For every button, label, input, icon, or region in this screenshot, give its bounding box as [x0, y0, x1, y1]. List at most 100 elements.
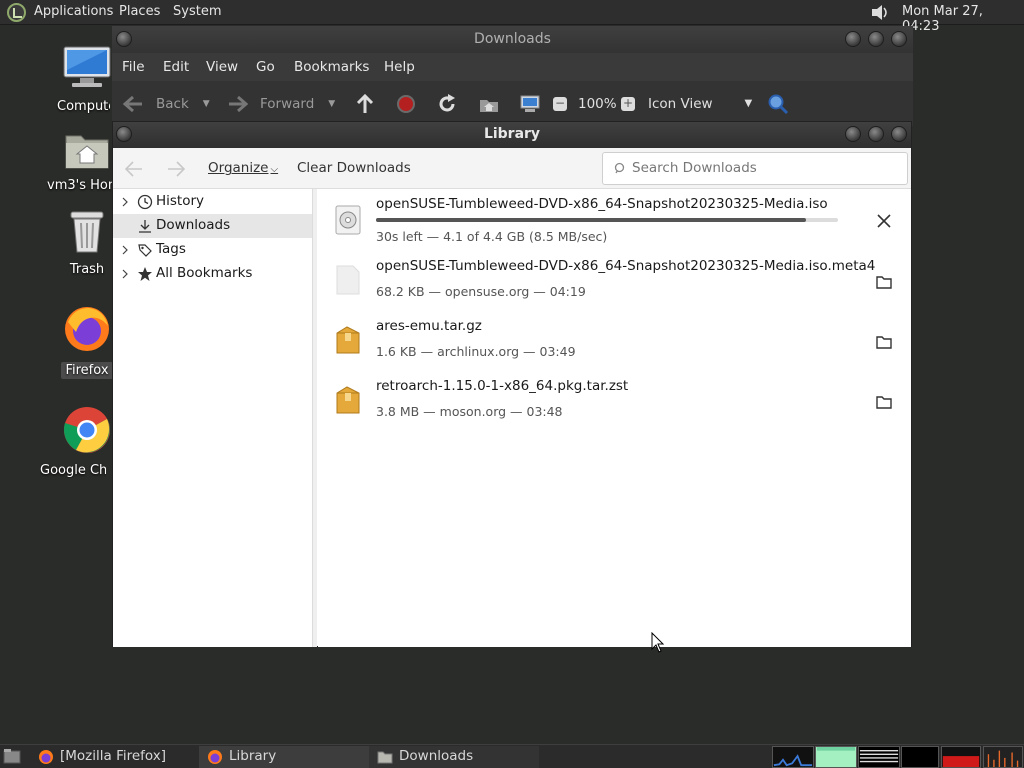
folder-icon[interactable]	[875, 393, 893, 411]
minimize-icon[interactable]	[845, 31, 861, 47]
download-item[interactable]: openSUSE-Tumbleweed-DVD-x86_64-Snapshot2…	[318, 189, 911, 249]
zoom-in-button[interactable]: +	[621, 81, 635, 126]
volume-icon[interactable]	[870, 3, 890, 22]
zoom-out-button[interactable]: −	[553, 81, 567, 126]
cpu-monitor-graph[interactable]	[772, 746, 814, 768]
library-sidebar: History Downloads Tags All Bookmarks	[113, 189, 313, 647]
menu-edit[interactable]: Edit	[163, 59, 189, 75]
folder-icon	[377, 751, 393, 764]
back-arrow-icon[interactable]	[123, 159, 145, 179]
desktop-icon-label: Computer	[57, 99, 110, 114]
menu-bookmarks[interactable]: Bookmarks	[294, 59, 369, 75]
applications-menu[interactable]: Applications	[34, 4, 113, 19]
load-monitor-graph[interactable]	[941, 746, 981, 768]
show-desktop-icon[interactable]	[3, 748, 21, 764]
clear-downloads-button[interactable]: Clear Downloads	[297, 160, 411, 176]
reload-button[interactable]	[437, 81, 457, 126]
home-button[interactable]	[478, 81, 500, 126]
chevron-down-icon: ⌵	[270, 164, 279, 175]
menu-file[interactable]: File	[122, 59, 145, 75]
download-item[interactable]: retroarch-1.15.0-1-x86_64.pkg.tar.zst 3.…	[318, 371, 911, 431]
network-monitor-graph[interactable]	[858, 746, 900, 768]
zoom-level[interactable]: 100%	[578, 81, 617, 126]
download-filename: openSUSE-Tumbleweed-DVD-x86_64-Snapshot2…	[376, 196, 828, 212]
trash-icon	[70, 211, 104, 253]
expand-arrow-icon[interactable]	[121, 243, 129, 255]
download-progress-fill	[376, 218, 806, 222]
caja-titlebar[interactable]: Downloads	[112, 26, 913, 53]
stop-button[interactable]	[396, 81, 416, 126]
up-button[interactable]	[355, 81, 375, 126]
download-item[interactable]: openSUSE-Tumbleweed-DVD-x86_64-Snapshot2…	[318, 251, 911, 311]
menu-help[interactable]: Help	[384, 59, 415, 75]
forward-button[interactable]: Forward ▼	[227, 81, 335, 126]
sidebar-item-label: History	[156, 193, 205, 209]
organize-button[interactable]: Organize ⌵	[208, 160, 278, 176]
expand-arrow-icon[interactable]	[121, 195, 129, 207]
download-progress-bar	[376, 218, 838, 222]
forward-dropdown-icon[interactable]: ▼	[328, 99, 335, 109]
organize-label: Organize	[208, 160, 269, 176]
search-input[interactable]: Search Downloads	[602, 152, 908, 185]
task-library[interactable]: Library	[199, 746, 369, 768]
download-filename: openSUSE-Tumbleweed-DVD-x86_64-Snapshot2…	[376, 258, 876, 274]
folder-icon[interactable]	[875, 273, 893, 291]
close-icon[interactable]	[891, 126, 907, 142]
menu-go[interactable]: Go	[256, 59, 275, 75]
maximize-icon[interactable]	[868, 126, 884, 142]
clock[interactable]: Mon Mar 27, 04:23	[902, 4, 1024, 34]
archive-icon	[336, 386, 360, 414]
forward-label: Forward	[260, 95, 315, 112]
download-status: 1.6 KB — archlinux.org — 03:49	[376, 344, 576, 359]
task-downloads[interactable]: Downloads	[369, 746, 539, 768]
computer-button[interactable]	[519, 81, 541, 126]
mouse-cursor-icon	[651, 632, 665, 653]
window-menu-icon[interactable]	[116, 126, 132, 142]
download-filename: retroarch-1.15.0-1-x86_64.pkg.tar.zst	[376, 378, 629, 394]
stop-icon	[397, 94, 415, 113]
expand-arrow-icon[interactable]	[121, 267, 129, 279]
disk-monitor-graph[interactable]	[983, 746, 1023, 768]
sidebar-item-history[interactable]: History	[113, 190, 312, 214]
sidebar-item-all-bookmarks[interactable]: All Bookmarks	[113, 262, 312, 286]
back-button[interactable]: Back ▼	[122, 81, 210, 126]
download-icon	[139, 220, 151, 233]
caja-window-title: Downloads	[474, 31, 551, 47]
search-button[interactable]	[767, 81, 789, 126]
folder-icon[interactable]	[875, 333, 893, 351]
sidebar-item-downloads[interactable]: Downloads	[113, 214, 312, 238]
firefox-icon	[39, 750, 53, 764]
mint-logo-icon[interactable]	[7, 3, 26, 22]
desktop-icon-label: vm3's Home	[47, 178, 120, 193]
task-label: [Mozilla Firefox]	[60, 748, 167, 764]
sidebar-splitter[interactable]	[313, 189, 317, 647]
tag-icon	[138, 244, 152, 257]
maximize-icon[interactable]	[868, 31, 884, 47]
places-menu[interactable]: Places	[119, 4, 160, 19]
cancel-icon[interactable]	[875, 212, 893, 230]
back-dropdown-icon[interactable]: ▼	[203, 99, 210, 109]
top-panel: Applications Places System Mon Mar 27, 0…	[0, 0, 1024, 34]
bottom-taskbar: [Mozilla Firefox] Library Downloads	[0, 744, 1024, 768]
zoom-in-icon: +	[621, 95, 635, 111]
view-mode-select[interactable]: Icon View ▼	[648, 81, 752, 126]
task-label: Downloads	[399, 748, 474, 764]
window-menu-icon[interactable]	[116, 31, 132, 47]
minimize-icon[interactable]	[845, 126, 861, 142]
system-menu[interactable]: System	[173, 4, 221, 19]
sidebar-item-tags[interactable]: Tags	[113, 238, 312, 262]
download-item[interactable]: ares-emu.tar.gz 1.6 KB — archlinux.org —…	[318, 311, 911, 371]
home-folder-icon	[65, 135, 109, 169]
swap-monitor-graph[interactable]	[901, 746, 939, 768]
caja-toolbar: Back ▼ Forward ▼ − 100% + Icon View ▼	[112, 81, 913, 126]
reload-icon	[439, 93, 455, 111]
library-titlebar[interactable]: Library	[113, 122, 911, 148]
task-mozilla-firefox[interactable]: [Mozilla Firefox]	[30, 746, 198, 768]
sidebar-item-label: Tags	[156, 241, 186, 257]
close-icon[interactable]	[891, 31, 907, 47]
computer-icon	[63, 46, 111, 87]
menu-view[interactable]: View	[206, 59, 238, 75]
forward-arrow-icon[interactable]	[165, 159, 187, 179]
sidebar-item-label: Downloads	[156, 217, 231, 233]
memory-monitor-graph[interactable]	[815, 746, 857, 768]
